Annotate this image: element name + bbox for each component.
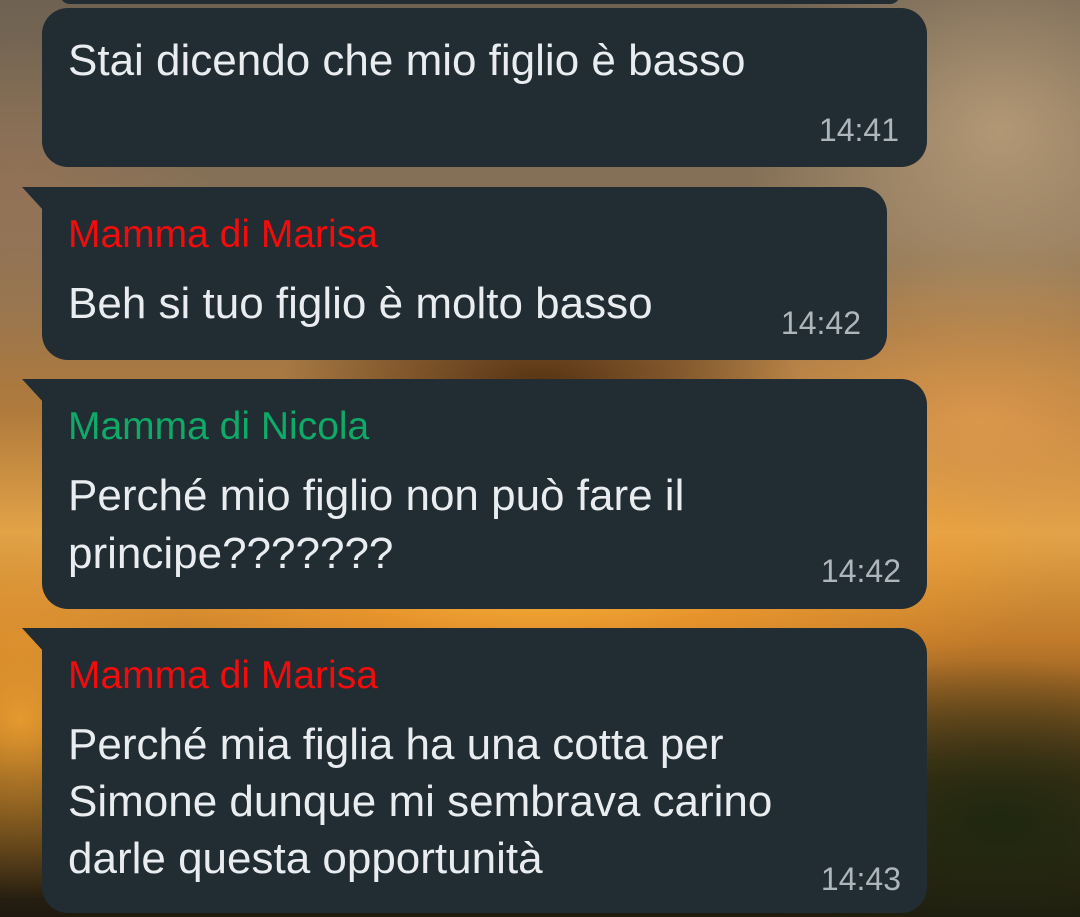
message-bubble[interactable]: Stai dicendo che mio figlio è basso 14:4…	[42, 8, 927, 167]
message-list[interactable]: Stai dicendo che mio figlio è basso 14:4…	[0, 0, 1080, 917]
message-bubble[interactable]: Mamma di Marisa Beh si tuo figlio è molt…	[22, 187, 887, 360]
message-timestamp: 14:43	[820, 861, 901, 897]
message-text: Stai dicendo che mio figlio è basso	[68, 36, 746, 85]
message-text: Perché mio figlio non può fare il	[68, 471, 685, 520]
message-text: Perché mia figlia ha una cotta per	[68, 720, 724, 769]
sender-name[interactable]: Mamma di Nicola	[68, 405, 369, 449]
message-bubble[interactable]: Mamma di Marisa Perché mia figlia ha una…	[22, 628, 927, 913]
sender-name[interactable]: Mamma di Marisa	[68, 654, 378, 698]
message-timestamp: 14:42	[780, 305, 861, 341]
message-text: Beh si tuo figlio è molto basso	[68, 279, 653, 328]
message-bubble[interactable]: Mamma di Nicola Perché mio figlio non pu…	[22, 379, 927, 609]
message-timestamp: 14:42	[820, 553, 901, 589]
sender-name[interactable]: Mamma di Marisa	[68, 213, 378, 257]
message-timestamp: 14:41	[818, 112, 899, 148]
message-text: principe???????	[68, 529, 394, 578]
message-text: Simone dunque mi sembrava carino	[68, 777, 773, 826]
previous-message-bubble-edge	[60, 0, 900, 4]
message-text: darle questa opportunità	[68, 834, 543, 883]
